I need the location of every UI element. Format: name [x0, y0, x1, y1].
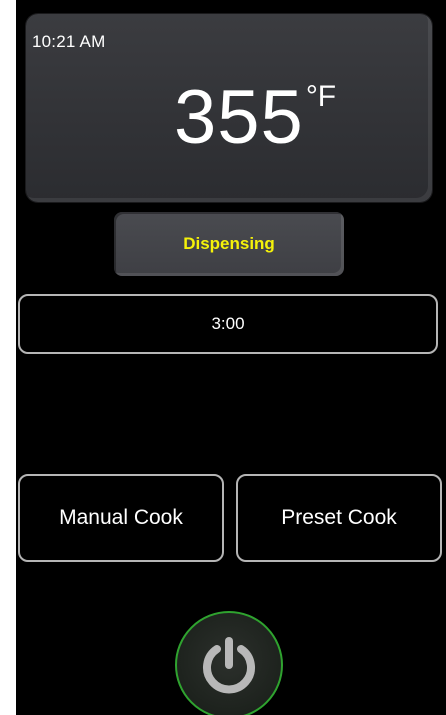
- temperature-panel: 10:21 AM 355 °F: [26, 14, 432, 202]
- power-button[interactable]: [175, 611, 283, 715]
- status-button[interactable]: Dispensing: [114, 212, 344, 276]
- status-label: Dispensing: [183, 234, 275, 253]
- control-screen: 10:21 AM 355 °F Dispensing 3:00 Manual C…: [16, 0, 446, 715]
- power-icon: [197, 633, 261, 697]
- clock-time: 10:21 AM: [32, 32, 106, 51]
- temperature-readout: 355 °F: [174, 80, 336, 156]
- temperature-value: 355: [174, 75, 304, 160]
- preset-cook-button[interactable]: Preset Cook: [236, 474, 442, 562]
- temperature-unit: °F: [305, 80, 337, 113]
- manual-cook-label: Manual Cook: [59, 506, 183, 529]
- preset-cook-label: Preset Cook: [281, 506, 397, 529]
- timer-value: 3:00: [211, 314, 245, 333]
- manual-cook-button[interactable]: Manual Cook: [18, 474, 224, 562]
- timer-display[interactable]: 3:00: [18, 294, 438, 354]
